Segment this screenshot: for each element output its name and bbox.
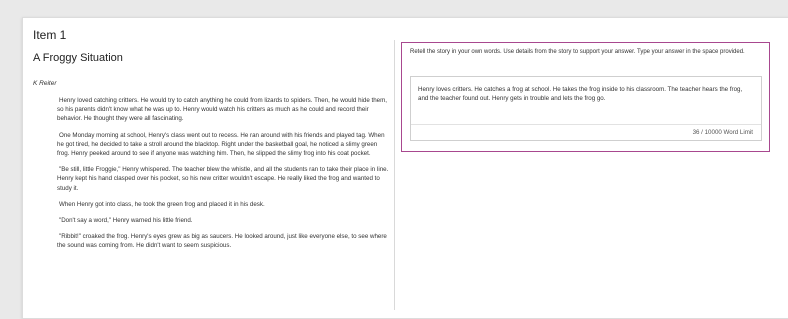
answer-textarea[interactable]: Henry loves critters. He catches a frog … (410, 76, 762, 141)
column-divider (394, 40, 395, 310)
story-paragraph: "Ribbit!" croaked the frog. Henry's eyes… (57, 233, 387, 250)
story-author: K Reiter (33, 80, 57, 87)
question-panel: Retell the story in your own words. Use … (401, 42, 770, 152)
story-paragraph: Henry loved catching critters. He would … (57, 97, 387, 123)
story-paragraph: One Monday morning at school, Henry's cl… (57, 131, 385, 158)
item-title: Item 1 (33, 28, 67, 42)
question-prompt: Retell the story in your own words. Use … (410, 49, 745, 55)
story-passage: Henry loved catching critters. He would … (57, 96, 391, 258)
story-title: A Froggy Situation (33, 52, 123, 64)
story-paragraph: "Be still, little Froggie," Henry whispe… (57, 166, 389, 192)
story-paragraph: When Henry got into class, he took the g… (59, 200, 265, 208)
word-limit-counter: 36 / 10000 Word Limit (411, 124, 761, 140)
answer-text[interactable]: Henry loves critters. He catches a frog … (418, 85, 748, 103)
story-paragraph: "Don't say a word," Henry warned his lit… (59, 217, 193, 225)
